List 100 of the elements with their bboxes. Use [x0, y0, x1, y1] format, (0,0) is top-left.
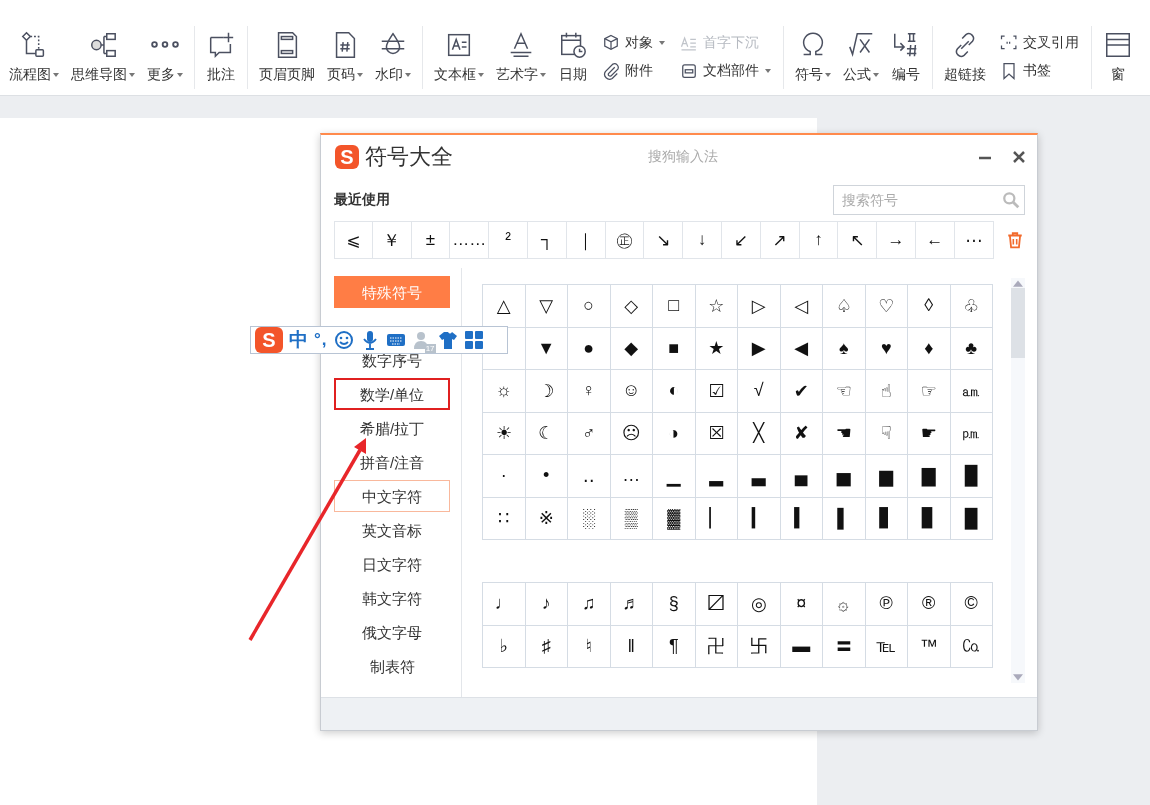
- symbol-cell[interactable]: ▃: [738, 455, 781, 498]
- toolbar-button[interactable]: 窗: [1098, 29, 1138, 84]
- symbol-cell[interactable]: ®: [908, 583, 951, 626]
- symbol-cell[interactable]: ↓: [683, 221, 722, 259]
- symbol-cell[interactable]: ♫: [568, 583, 611, 626]
- symbol-cell[interactable]: ▽: [525, 285, 568, 328]
- symbol-cell[interactable]: ▅: [823, 455, 866, 498]
- symbol-cell[interactable]: ℗: [865, 583, 908, 626]
- symbol-cell[interactable]: ۞: [823, 583, 866, 626]
- toolbar-button[interactable]: 附件: [599, 60, 667, 81]
- symbol-cell[interactable]: ☑: [695, 370, 738, 413]
- category-item[interactable]: 日文字符: [334, 548, 450, 580]
- symbol-search-field[interactable]: 搜索符号: [833, 185, 1025, 215]
- symbol-cell[interactable]: ↖: [838, 221, 878, 259]
- toolbar-button[interactable]: 符号: [790, 29, 836, 84]
- symbol-cell[interactable]: ◀: [780, 327, 823, 370]
- trash-icon[interactable]: [1005, 231, 1024, 249]
- symbol-cell[interactable]: ♀: [568, 370, 611, 413]
- symbol-cell[interactable]: §: [653, 583, 696, 626]
- category-item[interactable]: 数学/单位: [334, 378, 450, 410]
- symbol-cell[interactable]: ‥: [568, 455, 611, 498]
- symbol-cell[interactable]: ♠: [823, 327, 866, 370]
- symbol-cell[interactable]: ▍: [780, 497, 823, 540]
- symbol-cell[interactable]: ←: [915, 221, 955, 259]
- symbol-cell[interactable]: ♣: [950, 327, 993, 370]
- symbol-cell[interactable]: ☜: [823, 370, 866, 413]
- category-item[interactable]: 希腊/拉丁: [334, 412, 450, 444]
- symbol-cell[interactable]: ☽: [525, 370, 568, 413]
- symbol-cell[interactable]: ■: [653, 327, 696, 370]
- symbol-cell[interactable]: ▶: [738, 327, 781, 370]
- toolbar-button[interactable]: 超链接: [939, 29, 991, 84]
- category-item[interactable]: 制表符: [334, 650, 450, 682]
- symbol-cell[interactable]: ※: [525, 497, 568, 540]
- toolbar-button[interactable]: 文档部件: [677, 60, 773, 81]
- symbol-cell[interactable]: ¤: [780, 583, 823, 626]
- symbol-cell[interactable]: ☞: [908, 370, 951, 413]
- symbol-cell[interactable]: 卍: [695, 625, 738, 668]
- symbol-cell[interactable]: ♦: [908, 327, 951, 370]
- symbol-cell[interactable]: ☆: [695, 285, 738, 328]
- symbol-cell[interactable]: ·: [483, 455, 526, 498]
- symbol-cell[interactable]: ●: [568, 327, 611, 370]
- symbol-cell[interactable]: ♂: [568, 412, 611, 455]
- toolbar-button[interactable]: 编号: [886, 29, 926, 84]
- symbol-cell[interactable]: ☛: [908, 412, 951, 455]
- symbol-cell[interactable]: ▄: [780, 455, 823, 498]
- symbol-cell[interactable]: ♡: [865, 285, 908, 328]
- symbol-cell[interactable]: ㏂: [950, 370, 993, 413]
- symbol-cell[interactable]: ▁: [653, 455, 696, 498]
- toolbar-button[interactable]: 文本框: [429, 29, 489, 84]
- symbol-cell[interactable]: ☼: [483, 370, 526, 413]
- symbol-cell[interactable]: ♩: [483, 583, 526, 626]
- symbol-cell[interactable]: ☟: [865, 412, 908, 455]
- symbol-cell[interactable]: …: [610, 455, 653, 498]
- symbol-cell[interactable]: ▎: [738, 497, 781, 540]
- symbol-cell[interactable]: ‖: [610, 625, 653, 668]
- symbol-cell[interactable]: ｜: [566, 221, 606, 259]
- symbol-cell[interactable]: ○: [568, 285, 611, 328]
- symbol-cell[interactable]: ♧: [950, 285, 993, 328]
- symbol-cell[interactable]: ¶: [653, 625, 696, 668]
- symbol-cell[interactable]: ♭: [483, 625, 526, 668]
- symbol-cell[interactable]: 卐: [738, 625, 781, 668]
- category-item[interactable]: 拼音/注音: [334, 446, 450, 478]
- toolbar-button[interactable]: 流程图: [4, 29, 64, 84]
- symbol-cell[interactable]: ▒: [610, 497, 653, 540]
- symbol-cell[interactable]: ▼: [525, 327, 568, 370]
- symbol-cell[interactable]: →: [877, 221, 916, 259]
- smiley-icon[interactable]: [333, 330, 354, 350]
- symbol-cell[interactable]: ℡: [865, 625, 908, 668]
- toolbar-button[interactable]: 页眉页脚: [254, 29, 320, 84]
- scrollbar[interactable]: [1011, 278, 1025, 683]
- symbol-cell[interactable]: ☺: [610, 370, 653, 413]
- symbol-cell[interactable]: ￥: [372, 221, 412, 259]
- input-mode-toggle[interactable]: 中: [289, 327, 308, 353]
- symbol-cell[interactable]: ♥: [865, 327, 908, 370]
- symbol-cell[interactable]: ◎: [738, 583, 781, 626]
- symbol-cell[interactable]: ™: [908, 625, 951, 668]
- symbol-cell[interactable]: ▏: [695, 497, 738, 540]
- category-item[interactable]: 俄文字母: [334, 616, 450, 648]
- symbol-cell[interactable]: ↗: [760, 221, 800, 259]
- symbol-cell[interactable]: ╳: [738, 412, 781, 455]
- symbol-cell[interactable]: √: [738, 370, 781, 413]
- symbol-cell[interactable]: ▋: [865, 497, 908, 540]
- symbol-cell[interactable]: 〼: [695, 583, 738, 626]
- symbol-cell[interactable]: ⩽: [334, 221, 373, 259]
- symbol-cell[interactable]: ±: [411, 221, 451, 259]
- symbol-cell[interactable]: ☾: [525, 412, 568, 455]
- symbol-cell[interactable]: ▆: [865, 455, 908, 498]
- symbol-cell[interactable]: ▬: [780, 625, 823, 668]
- symbol-cell[interactable]: ……: [450, 221, 490, 259]
- category-item[interactable]: 英文音标: [334, 514, 450, 546]
- symbol-cell[interactable]: ☀: [483, 412, 526, 455]
- symbol-cell[interactable]: ↙: [721, 221, 761, 259]
- symbol-cell[interactable]: ⋯: [954, 221, 994, 259]
- symbol-cell[interactable]: ▷: [738, 285, 781, 328]
- symbol-cell[interactable]: ▇: [908, 455, 951, 498]
- grid-icon[interactable]: [463, 330, 484, 350]
- symbol-cell[interactable]: ☚: [823, 412, 866, 455]
- symbol-cell[interactable]: ㏇: [950, 625, 993, 668]
- toolbar-button[interactable]: 艺术字: [491, 29, 551, 84]
- symbol-cell[interactable]: ☒: [695, 412, 738, 455]
